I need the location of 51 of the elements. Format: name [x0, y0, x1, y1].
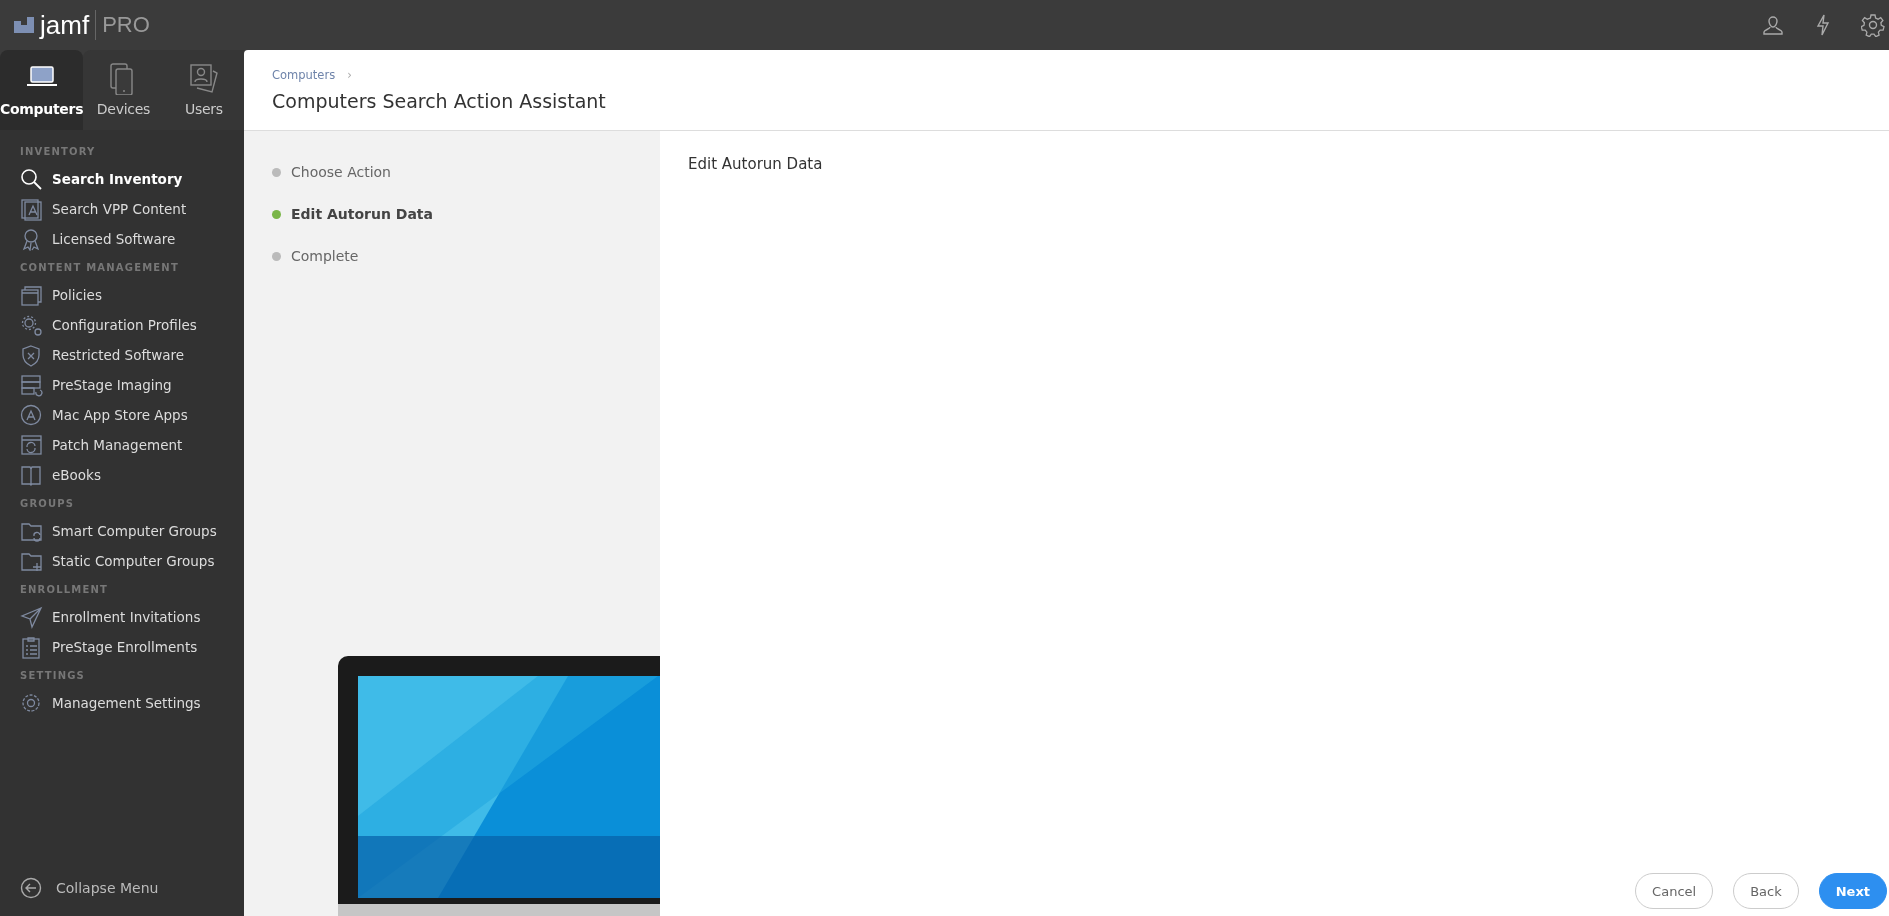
server-icon [20, 373, 43, 397]
nav-tab[interactable]: Users [163, 50, 244, 130]
sidebar-item[interactable]: Configuration Profiles [20, 310, 244, 340]
sidebar-item[interactable]: Management Settings [20, 688, 244, 718]
sidebar-item[interactable]: Enrollment Invitations [20, 602, 244, 632]
section-heading: INVENTORY [20, 145, 97, 159]
nav-tab[interactable]: Devices [83, 50, 164, 130]
panel-title: Edit Autorun Data [688, 155, 824, 173]
sidebar-item[interactable]: Restricted Software [20, 340, 244, 370]
gears-icon [20, 313, 43, 337]
sidebar-item[interactable]: Patch Management [20, 430, 244, 460]
user-cards-icon [187, 63, 220, 95]
sidebar-item[interactable]: Policies [20, 280, 244, 310]
breadcrumb-link[interactable]: Computers [272, 68, 336, 82]
book-icon [20, 463, 43, 487]
sidebar-item[interactable]: Search VPP Content [20, 194, 244, 224]
sidebar-item[interactable]: Smart Computer Groups [20, 516, 244, 546]
sidebar-item[interactable]: PreStage Enrollments [20, 632, 244, 662]
section-heading: GROUPS [20, 497, 76, 511]
user-icon[interactable] [1761, 13, 1785, 37]
section-heading: SETTINGS [20, 669, 86, 683]
step-label: Choose Action [291, 164, 391, 180]
sidebar-item[interactable]: Static Computer Groups [20, 546, 244, 576]
shield-icon [20, 343, 43, 367]
window-refresh-icon [20, 433, 43, 457]
step-label: Edit Autorun Data [291, 206, 433, 222]
sidebar-item[interactable]: Search Inventory [20, 164, 244, 194]
section-heading: CONTENT MANAGEMENT [20, 261, 180, 275]
step-label: Complete [291, 248, 359, 264]
section-heading: ENROLLMENT [20, 583, 110, 597]
page-title: Computers Search Action Assistant [272, 90, 607, 112]
product-name: PRO [102, 12, 150, 38]
settings-icon [20, 691, 43, 715]
logo-icon [14, 17, 34, 33]
logo-text: jamf [40, 10, 90, 40]
sidebar-item[interactable]: eBooks [20, 460, 244, 490]
paper-plane-icon [20, 605, 43, 629]
breadcrumb-separator: › [347, 68, 352, 82]
secondary-button[interactable]: Back [1733, 873, 1799, 909]
settings-icon[interactable] [1861, 13, 1885, 37]
nav-tab[interactable]: Computers [0, 50, 84, 130]
sidebar-item[interactable]: Licensed Software [20, 224, 244, 254]
app-circle-icon [20, 403, 43, 427]
clipboard-icon [20, 635, 43, 659]
collapse-menu-button[interactable]: Collapse Menu [20, 877, 159, 899]
secondary-button[interactable]: Cancel [1635, 873, 1714, 909]
search-icon [20, 167, 43, 191]
sidebar-item[interactable]: Mac App Store Apps [20, 400, 244, 430]
windows-icon [20, 283, 43, 307]
app-store-icon [20, 197, 43, 221]
sidebar-item[interactable]: PreStage Imaging [20, 370, 244, 400]
